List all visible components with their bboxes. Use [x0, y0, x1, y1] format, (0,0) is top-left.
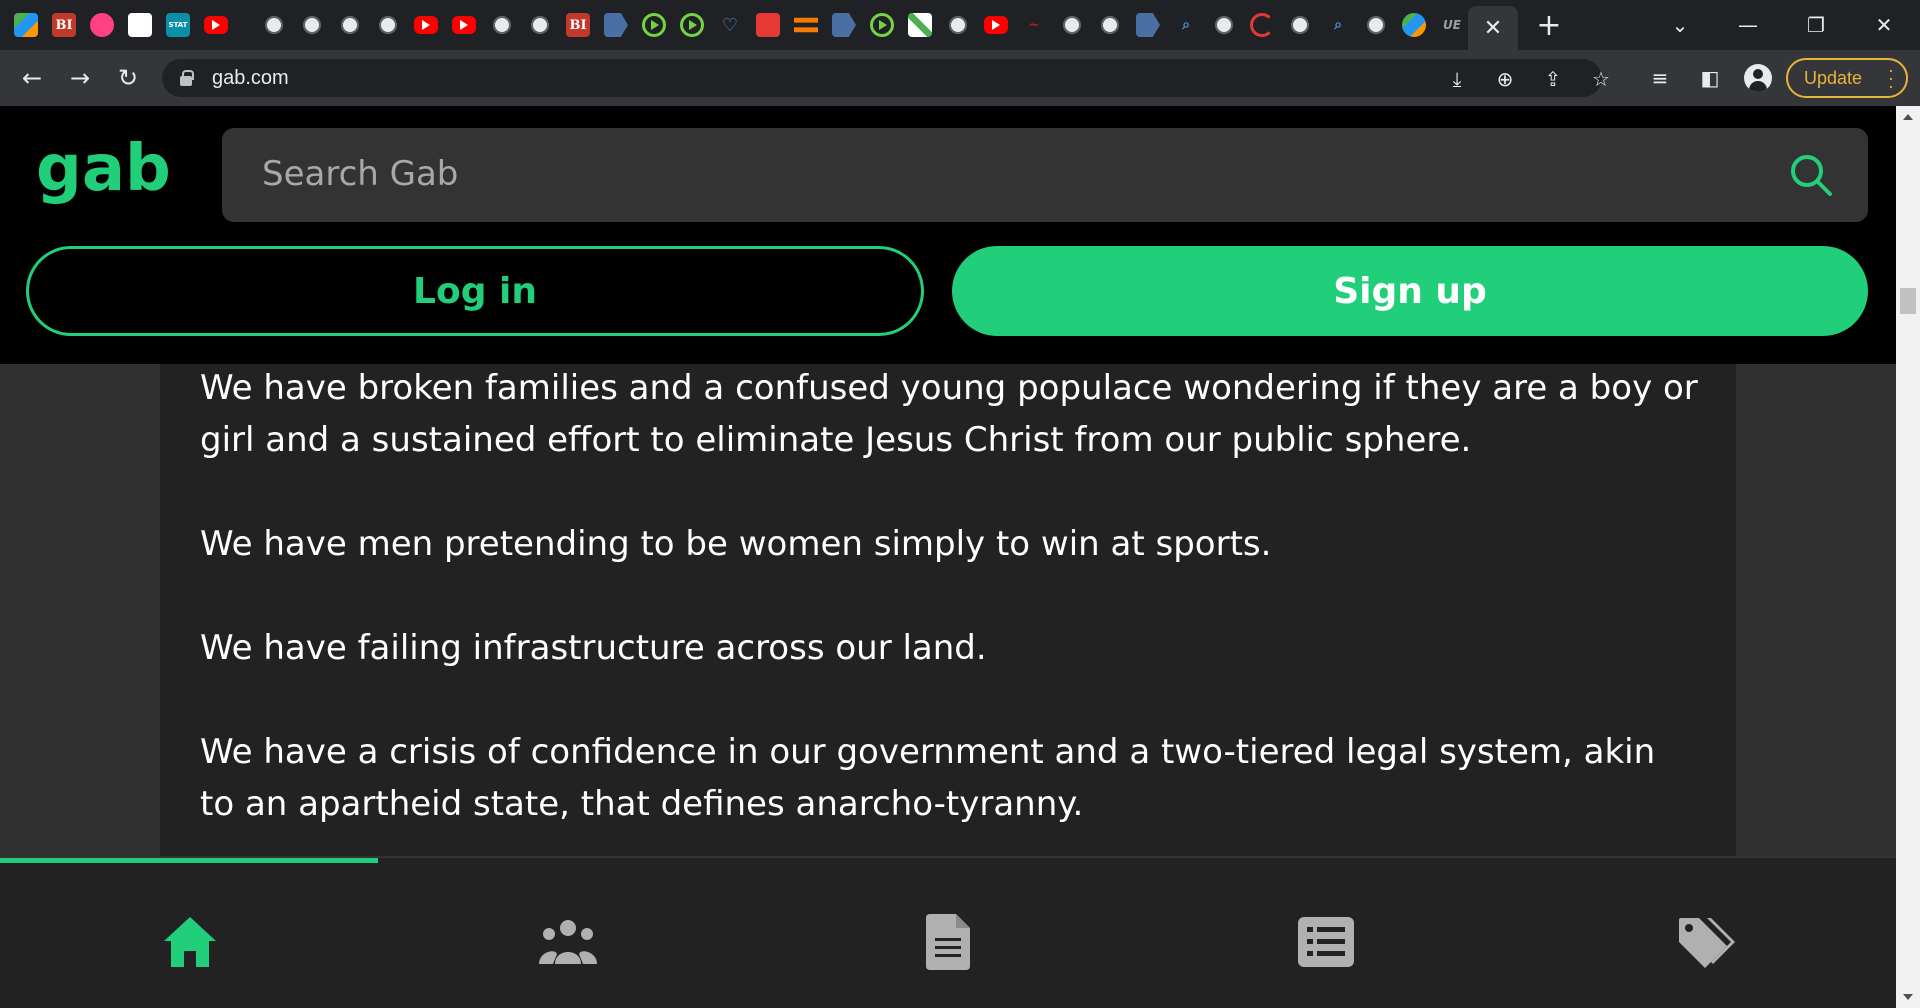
zoom-icon[interactable]: ⊕: [1492, 66, 1518, 92]
globe-icon[interactable]: [1098, 13, 1122, 37]
browser-tab-strip: BI STAT BI ♡ ~ ⌕ ⌕ UE ✕ + ⌄ — ❐ ✕: [0, 0, 1920, 50]
page-scrollbar[interactable]: [1896, 106, 1920, 1008]
side-panel-icon[interactable]: ◧: [1696, 64, 1724, 92]
tab-search-chevron-icon[interactable]: ⌄: [1650, 0, 1710, 50]
share-icon[interactable]: ⇪: [1540, 66, 1566, 92]
bi-label: BI: [569, 17, 587, 33]
gab-header: gab Search Gab Log in Sign up: [0, 106, 1896, 364]
youtube-icon[interactable]: [414, 16, 438, 34]
active-tab[interactable]: ✕: [1468, 6, 1518, 50]
gab-logo-text: gab: [36, 132, 171, 206]
mic-icon[interactable]: [756, 13, 780, 37]
stat-icon[interactable]: STAT: [166, 13, 190, 37]
youtube-icon[interactable]: [204, 16, 228, 34]
signup-label: Sign up: [1333, 270, 1487, 312]
globe-icon[interactable]: [1364, 13, 1388, 37]
more-menu-icon[interactable]: · · ·: [1888, 61, 1894, 95]
profile-avatar-icon[interactable]: [1744, 64, 1772, 92]
page-viewport: We have broken families and a confused y…: [0, 106, 1896, 1008]
rumble-icon[interactable]: [680, 13, 704, 37]
globe-icon[interactable]: [14, 13, 38, 37]
arrow-icon[interactable]: [1136, 13, 1160, 37]
signup-button[interactable]: Sign up: [952, 246, 1868, 336]
globe-icon[interactable]: [1212, 13, 1236, 37]
post-paragraph: We have men pretending to be women simpl…: [200, 524, 1272, 564]
install-app-icon[interactable]: ⤓: [1444, 66, 1470, 92]
home-icon[interactable]: [160, 912, 220, 972]
post-paragraph: We have a crisis of confidence in our go…: [200, 732, 1656, 824]
globe-icon[interactable]: [338, 13, 362, 37]
forward-icon[interactable]: →: [62, 60, 98, 96]
bookmark-star-icon[interactable]: ☆: [1588, 66, 1614, 92]
lists-icon[interactable]: [1296, 912, 1356, 972]
search-icon[interactable]: [1788, 152, 1834, 198]
heart-icon[interactable]: ♡: [718, 13, 742, 37]
shield-icon[interactable]: [1402, 13, 1426, 37]
pink-icon[interactable]: ~: [1022, 13, 1046, 37]
business-insider-icon[interactable]: BI: [52, 13, 76, 37]
lock-icon[interactable]: [180, 70, 194, 86]
browser-toolbar: ← → ↻ gab.com ⤓ ⊕ ⇪ ☆ ≡ ◧ Update · · ·: [0, 50, 1920, 106]
globe-icon[interactable]: [262, 13, 286, 37]
blank-icon[interactable]: [128, 13, 152, 37]
minimize-icon[interactable]: —: [1718, 0, 1778, 50]
marketplace-icon[interactable]: [1676, 912, 1736, 972]
bi-label: BI: [55, 17, 73, 33]
globe-icon[interactable]: [946, 13, 970, 37]
search-input[interactable]: Search Gab: [262, 154, 458, 194]
globe-icon[interactable]: [376, 13, 400, 37]
scroll-thumb[interactable]: [1900, 288, 1916, 314]
search-icon[interactable]: ⌕: [1326, 13, 1350, 37]
globe-icon[interactable]: [300, 13, 324, 37]
arrow-icon[interactable]: [604, 13, 628, 37]
youtube-icon[interactable]: [984, 16, 1008, 34]
url-text[interactable]: gab.com: [212, 67, 289, 90]
media-controls-icon[interactable]: ≡: [1646, 64, 1674, 92]
globe-icon[interactable]: [490, 13, 514, 37]
business-insider-icon[interactable]: BI: [566, 13, 590, 37]
pinned-tabs: BI STAT BI ♡ ~ ⌕ ⌕ UE: [14, 0, 1478, 50]
update-button[interactable]: Update · · ·: [1786, 58, 1908, 98]
youtube-icon[interactable]: [452, 16, 476, 34]
close-tab-icon[interactable]: ✕: [1484, 16, 1502, 41]
post-body: We have broken families and a confused y…: [200, 362, 1700, 882]
close-window-icon[interactable]: ✕: [1854, 0, 1914, 50]
news-icon[interactable]: [918, 912, 978, 972]
login-label: Log in: [413, 270, 537, 312]
rumble-icon[interactable]: [642, 13, 666, 37]
bottom-navigation: [0, 856, 1896, 1008]
arrow-icon[interactable]: [832, 13, 856, 37]
globe-icon[interactable]: [1060, 13, 1084, 37]
active-nav-indicator: [0, 858, 378, 863]
login-button[interactable]: Log in: [26, 246, 924, 336]
search-bar[interactable]: Search Gab: [222, 128, 1868, 222]
globe-icon[interactable]: [528, 13, 552, 37]
restore-icon[interactable]: ❐: [1786, 0, 1846, 50]
post-paragraph: We have failing infrastructure across ou…: [200, 628, 987, 668]
orange-menu-icon[interactable]: [794, 17, 818, 33]
post-card: We have broken families and a confused y…: [160, 364, 1736, 864]
multicolor-icon[interactable]: [908, 13, 932, 37]
address-bar[interactable]: gab.com ⤓ ⊕ ⇪ ☆: [162, 59, 1610, 97]
text-icon[interactable]: UE: [1440, 13, 1464, 37]
post-paragraph: We have broken families and a confused y…: [200, 368, 1698, 460]
update-label: Update: [1804, 67, 1863, 88]
reload-icon[interactable]: ↻: [110, 60, 146, 96]
stat-label: STAT: [168, 21, 188, 29]
search-icon[interactable]: ⌕: [1174, 13, 1198, 37]
groups-icon[interactable]: [538, 912, 598, 972]
gab-logo[interactable]: gab: [36, 132, 172, 212]
scroll-up-arrow-icon[interactable]: [1903, 114, 1913, 120]
red-c-icon[interactable]: [1250, 13, 1274, 37]
rumble-icon[interactable]: [870, 13, 894, 37]
new-tab-button[interactable]: +: [1534, 8, 1564, 43]
back-icon[interactable]: ←: [14, 60, 50, 96]
scroll-down-arrow-icon[interactable]: [1903, 994, 1913, 1000]
pinwheel-icon[interactable]: [90, 13, 114, 37]
globe-icon[interactable]: [1288, 13, 1312, 37]
